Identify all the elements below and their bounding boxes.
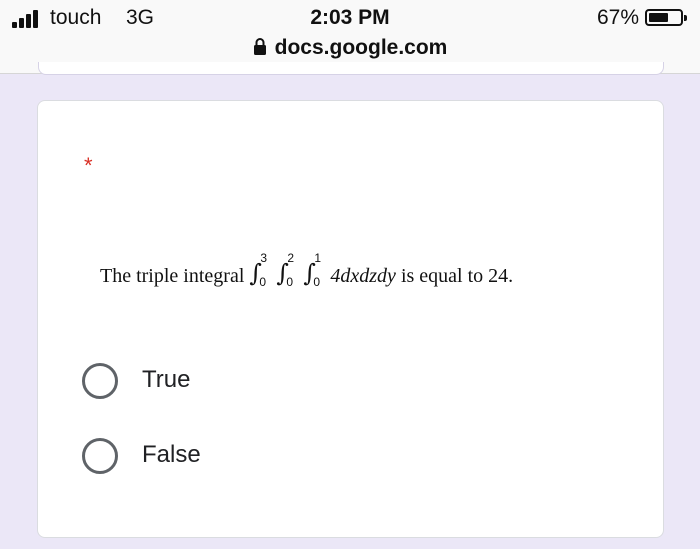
- integral-sign: ∫ 3 0: [249, 251, 268, 289]
- option-label-false: False: [142, 441, 201, 468]
- question-text: The triple integral ∫ 3 0 ∫ 2 0 ∫ 1 0 4dxdzdy …: [100, 251, 514, 291]
- previous-question-card-edge: [38, 62, 664, 75]
- integral-lower-limit: 0: [286, 275, 294, 289]
- integral-lower-limit: 0: [259, 275, 267, 289]
- battery-icon: [645, 9, 687, 26]
- required-asterisk: *: [84, 153, 93, 178]
- question-prefix: The triple integral: [100, 265, 250, 287]
- question-card: * The triple integral ∫ 3 0 ∫ 2 0 ∫ 1 0 4dxdzd…: [37, 100, 664, 538]
- address-bar[interactable]: docs.google.com: [0, 36, 700, 60]
- radio-button-false[interactable]: [82, 438, 118, 474]
- option-label-true: True: [142, 366, 191, 393]
- question-suffix: is equal to 24.: [395, 265, 514, 287]
- integral-upper-limit: 3: [260, 251, 268, 265]
- option-true[interactable]: True: [82, 361, 382, 401]
- battery-nub: [684, 15, 687, 21]
- integrand: 4dxdzdy: [330, 265, 396, 287]
- battery-percent: 67%: [596, 6, 639, 29]
- url-text: docs.google.com: [274, 36, 448, 59]
- integral-lower-limit: 0: [313, 275, 321, 289]
- integral-sign: ∫ 1 0: [303, 251, 322, 289]
- integral-upper-limit: 2: [287, 251, 295, 265]
- clock-time: 2:03 PM: [310, 6, 390, 29]
- battery-fill: [649, 13, 668, 22]
- radio-button-true[interactable]: [82, 363, 118, 399]
- integral-sign: ∫ 2 0: [276, 251, 295, 289]
- option-false[interactable]: False: [82, 436, 382, 476]
- lock-icon: [253, 38, 266, 55]
- integral-upper-limit: 1: [314, 251, 322, 265]
